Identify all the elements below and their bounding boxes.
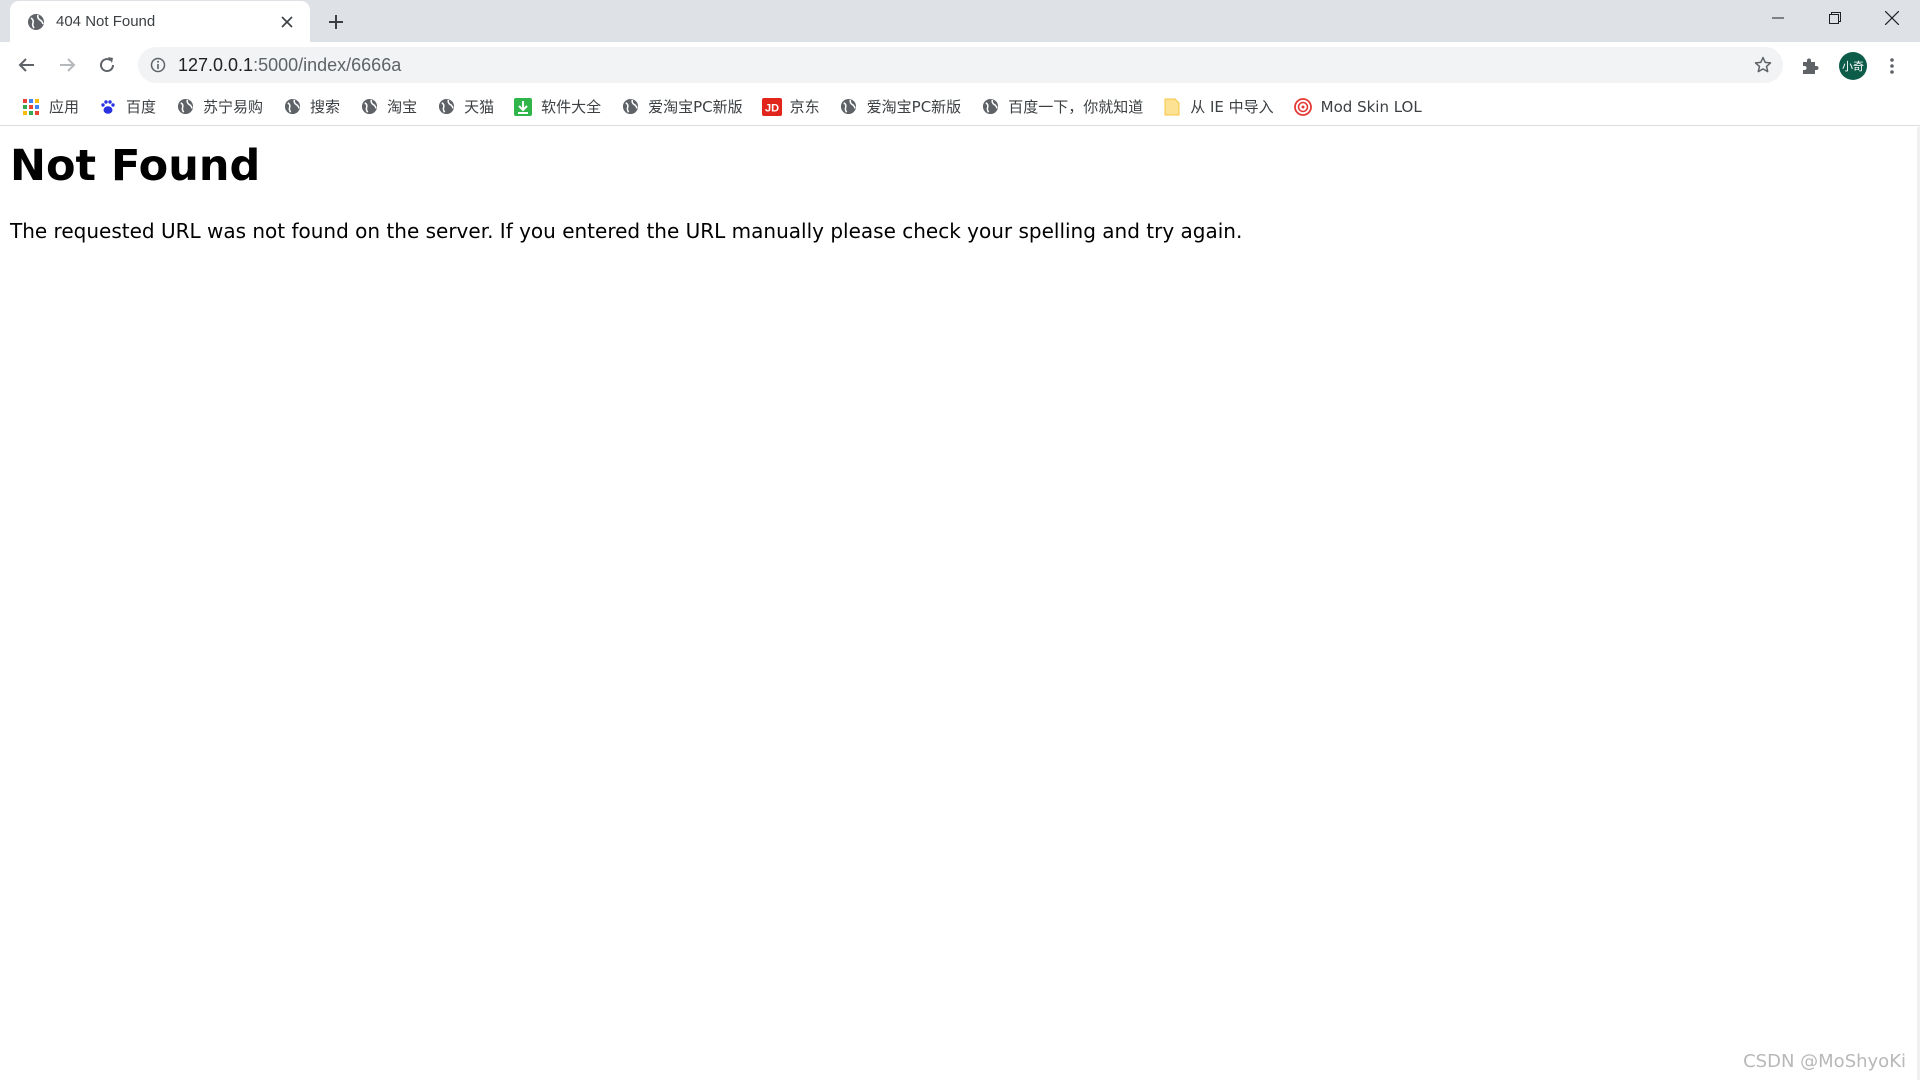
bookmark-label: 搜索 [310, 98, 341, 116]
info-icon[interactable] [148, 55, 168, 75]
bookmark-label: 苏宁易购 [203, 98, 264, 116]
globe-icon [26, 12, 46, 32]
bookmark-label: 爱淘宝PC新版 [648, 98, 743, 116]
restore-icon [1828, 12, 1841, 24]
download-icon [513, 97, 533, 117]
reload-button[interactable] [90, 48, 124, 82]
more-vertical-icon [1890, 58, 1894, 74]
tab-strip: 404 Not Found [0, 0, 1920, 42]
globe-icon [839, 97, 859, 117]
minimize-button[interactable] [1749, 0, 1806, 36]
arrow-right-icon [60, 58, 76, 72]
plus-icon [329, 15, 343, 29]
bookmark-jd[interactable]: JD 京东 [757, 92, 825, 122]
bookmark-aitaobao-1[interactable]: 爱淘宝PC新版 [615, 92, 748, 122]
arrow-left-icon [18, 58, 34, 72]
bookmark-tmall[interactable]: 天猫 [431, 92, 499, 122]
globe-icon [359, 97, 379, 117]
globe-icon [175, 97, 195, 117]
toolbar: 127.0.0.1:5000/index/6666a 小奇 [0, 42, 1920, 88]
extensions-button[interactable] [1794, 50, 1826, 82]
bookmark-label: 淘宝 [387, 98, 418, 116]
close-icon [1884, 11, 1899, 25]
jd-icon: JD [761, 97, 782, 117]
url-text[interactable]: 127.0.0.1:5000/index/6666a [178, 55, 1747, 76]
globe-icon [980, 97, 1000, 117]
bookmark-taobao[interactable]: 淘宝 [354, 92, 422, 122]
bookmark-label: 软件大全 [541, 98, 602, 116]
globe-icon [282, 97, 302, 117]
bookmark-aitaobao-2[interactable]: 爱淘宝PC新版 [834, 92, 967, 122]
tab-title: 404 Not Found [56, 13, 156, 30]
bookmark-label: 百度 [126, 98, 157, 116]
page-content: Not Found The requested URL was not foun… [0, 127, 1920, 1080]
bookmark-apps[interactable]: 应用 [16, 92, 84, 122]
page-heading: Not Found [10, 141, 261, 191]
close-window-button[interactable] [1863, 0, 1920, 36]
puzzle-icon [1803, 58, 1819, 74]
bookmark-search[interactable]: 搜索 [277, 92, 345, 122]
bookmark-folder-ie-import[interactable]: 从 IE 中导入 [1157, 92, 1278, 122]
tab-close-icon[interactable] [276, 11, 298, 33]
url-host: 127.0.0.1 [178, 54, 254, 75]
forward-button[interactable] [50, 48, 84, 82]
bookmarks-bar: 应用 百度 苏宁易购 搜索 淘宝 天猫 软件大全 爱淘宝PC新版 JD 京东 爱… [0, 88, 1920, 126]
modskin-icon [1293, 97, 1313, 117]
restore-button[interactable] [1806, 0, 1863, 36]
bookmark-suning[interactable]: 苏宁易购 [170, 92, 268, 122]
minimize-icon [1771, 17, 1784, 19]
menu-button[interactable] [1876, 50, 1908, 82]
bookmark-baidu-search[interactable]: 百度一下，你就知道 [975, 92, 1148, 122]
folder-icon [1162, 97, 1182, 117]
bookmark-star-icon[interactable] [1747, 49, 1779, 81]
bookmark-label: 应用 [49, 98, 80, 116]
window-controls [1749, 0, 1920, 36]
new-tab-button[interactable] [322, 8, 350, 36]
tab-active[interactable]: 404 Not Found [10, 1, 310, 42]
bookmark-software[interactable]: 软件大全 [508, 92, 606, 122]
baidu-paw-icon [98, 97, 118, 117]
bookmark-label: 天猫 [464, 98, 495, 116]
bookmark-label: 从 IE 中导入 [1190, 98, 1274, 116]
apps-grid-icon [21, 97, 41, 117]
bookmark-label: 京东 [789, 98, 820, 116]
address-bar[interactable]: 127.0.0.1:5000/index/6666a [138, 47, 1783, 83]
url-path: :5000/index/6666a [253, 54, 402, 75]
back-button[interactable] [10, 48, 44, 82]
bookmark-label: Mod Skin LOL [1320, 97, 1422, 116]
bookmark-modskin[interactable]: Mod Skin LOL [1288, 92, 1427, 122]
bookmark-label: 爱淘宝PC新版 [866, 98, 962, 116]
browser-window: 404 Not Found 127.0.0.1:5000/index/6666a… [0, 0, 1920, 1080]
error-message: The requested URL was not found on the s… [10, 219, 1243, 243]
globe-icon [436, 97, 456, 117]
reload-icon [100, 57, 115, 73]
bookmark-baidu[interactable]: 百度 [93, 92, 161, 122]
profile-avatar[interactable]: 小奇 [1839, 52, 1867, 80]
globe-icon [620, 97, 640, 117]
svg-text:JD: JD [765, 102, 779, 114]
bookmark-label: 百度一下，你就知道 [1008, 98, 1144, 116]
watermark: CSDN @MoShyoKi [1743, 1051, 1906, 1072]
